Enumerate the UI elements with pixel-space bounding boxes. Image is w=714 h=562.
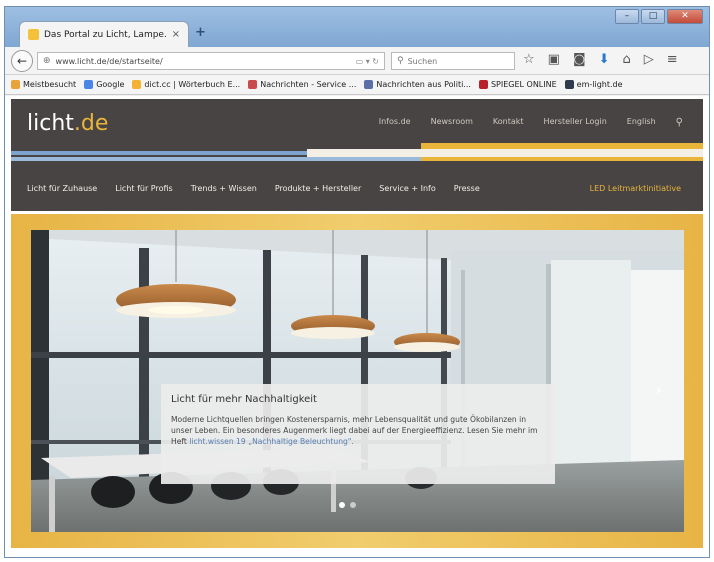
topnav-item[interactable]: Hersteller Login bbox=[544, 117, 607, 128]
hero-body-wrap: Moderne Lichtquellen bringen Kostenerspa… bbox=[171, 414, 545, 447]
em-light-icon bbox=[564, 80, 574, 89]
favicon-icon bbox=[28, 29, 39, 40]
slider-next-icon[interactable]: › bbox=[656, 380, 662, 399]
address-bar[interactable]: ⊕ www.licht.de/de/startseite/ ▭ ▾ ↻ bbox=[37, 52, 385, 70]
clipboard-icon[interactable]: ▣ bbox=[548, 52, 560, 67]
bookmark-item[interactable]: Meistbesucht bbox=[11, 80, 76, 89]
web-page: licht.de Infos.de Newsroom Kontakt Herst… bbox=[5, 96, 709, 557]
mainnav-item[interactable]: Produkte + Hersteller bbox=[275, 184, 361, 193]
spiegel-icon bbox=[478, 80, 488, 89]
bookmark-item[interactable]: Google bbox=[84, 80, 124, 89]
search-icon: ⚲ bbox=[397, 56, 404, 66]
hero-image bbox=[31, 230, 684, 532]
menu-icon[interactable]: ≡ bbox=[667, 52, 678, 67]
decorative-stripes bbox=[11, 143, 703, 161]
close-window-button[interactable]: ✕ bbox=[667, 9, 703, 24]
hero-frame: Licht für mehr Nachhaltigkeit Moderne Li… bbox=[11, 214, 703, 548]
top-navigation: Infos.de Newsroom Kontakt Hersteller Log… bbox=[379, 117, 683, 128]
mainnav-item[interactable]: Trends + Wissen bbox=[191, 184, 257, 193]
window-controls: – □ ✕ bbox=[615, 9, 703, 24]
search-icon[interactable]: ⚲ bbox=[676, 117, 683, 128]
mainnav-item[interactable]: Licht für Zuhause bbox=[27, 184, 97, 193]
star-bookmark-icon[interactable]: ☆ bbox=[523, 52, 535, 67]
back-arrow-icon[interactable]: ← bbox=[11, 50, 33, 72]
hero-title: Licht für mehr Nachhaltigkeit bbox=[171, 394, 317, 405]
site-logo[interactable]: licht.de bbox=[27, 111, 108, 136]
dict-icon bbox=[132, 80, 142, 89]
search-box[interactable]: ⚲ bbox=[391, 52, 515, 70]
reload-icon[interactable]: ▭ ▾ ↻ bbox=[356, 57, 379, 66]
topnav-item[interactable]: Infos.de bbox=[379, 117, 411, 128]
browser-window: Das Portal zu Licht, Lampe... × + – □ ✕ … bbox=[4, 6, 710, 558]
google-icon bbox=[84, 80, 94, 89]
bookmark-item[interactable]: Nachrichten - Service ... bbox=[248, 80, 356, 89]
download-icon[interactable]: ⬇ bbox=[599, 52, 610, 67]
topnav-item[interactable]: Newsroom bbox=[431, 117, 473, 128]
globe-icon: ⊕ bbox=[43, 56, 51, 66]
search-input[interactable] bbox=[407, 56, 503, 66]
mainnav-item[interactable]: Presse bbox=[454, 184, 480, 193]
bookmark-item[interactable]: em-light.de bbox=[564, 80, 623, 89]
slider-dots bbox=[339, 502, 356, 508]
navigation-toolbar: ← ⊕ www.licht.de/de/startseite/ ▭ ▾ ↻ ⚲ … bbox=[5, 47, 709, 75]
topnav-item[interactable]: English bbox=[627, 117, 656, 128]
toolbar-icons: ☆ ▣ ◙ ⬇ ⌂ ▷ ≡ bbox=[523, 52, 678, 67]
bookmark-item[interactable]: Nachrichten aus Politi... bbox=[364, 80, 471, 89]
mainnav-item-led[interactable]: LED Leitmarktinitiative bbox=[590, 184, 703, 193]
hero-link[interactable]: licht.wissen 19 „Nachhaltige Beleuchtung… bbox=[189, 437, 353, 446]
slider-dot[interactable] bbox=[350, 502, 356, 508]
new-tab-button[interactable]: + bbox=[195, 25, 206, 40]
home-icon[interactable]: ⌂ bbox=[622, 52, 630, 67]
news-icon bbox=[248, 80, 258, 89]
news-icon bbox=[364, 80, 374, 89]
tab-close-icon[interactable]: × bbox=[172, 29, 180, 40]
bookmark-item[interactable]: SPIEGEL ONLINE bbox=[478, 80, 557, 89]
sidebar-icon[interactable]: ▷ bbox=[644, 52, 654, 67]
bookmarks-bar: Meistbesucht Google dict.cc | Wörterbuch… bbox=[5, 75, 709, 95]
topnav-item[interactable]: Kontakt bbox=[493, 117, 524, 128]
slider-dot[interactable] bbox=[339, 502, 345, 508]
site-header: licht.de Infos.de Newsroom Kontakt Herst… bbox=[11, 99, 703, 211]
pocket-icon[interactable]: ◙ bbox=[573, 52, 586, 67]
hero-slider[interactable]: Licht für mehr Nachhaltigkeit Moderne Li… bbox=[31, 230, 684, 532]
maximize-button[interactable]: □ bbox=[641, 9, 665, 24]
hero-caption: Licht für mehr Nachhaltigkeit Moderne Li… bbox=[161, 384, 555, 484]
tab-title: Das Portal zu Licht, Lampe... bbox=[44, 29, 167, 40]
mainnav-item[interactable]: Service + Info bbox=[379, 184, 436, 193]
url-text[interactable]: www.licht.de/de/startseite/ bbox=[56, 57, 351, 66]
minimize-button[interactable]: – bbox=[615, 9, 639, 24]
main-navigation: Licht für Zuhause Licht für Profis Trend… bbox=[11, 177, 703, 199]
browser-tab[interactable]: Das Portal zu Licht, Lampe... × bbox=[19, 21, 189, 47]
bookmark-folder-icon bbox=[11, 80, 20, 89]
mainnav-item[interactable]: Licht für Profis bbox=[115, 184, 172, 193]
titlebar: Das Portal zu Licht, Lampe... × + – □ ✕ bbox=[5, 7, 709, 47]
bookmark-item[interactable]: dict.cc | Wörterbuch E... bbox=[132, 80, 240, 89]
